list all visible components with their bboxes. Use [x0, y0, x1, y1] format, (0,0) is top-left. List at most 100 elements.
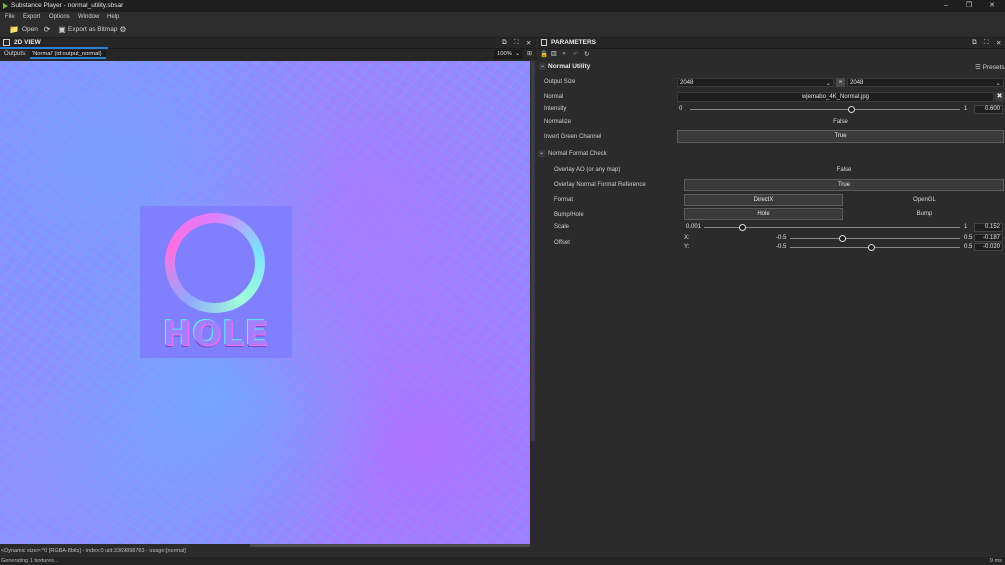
normalize-toggle[interactable]: False: [677, 117, 1004, 127]
menu-bar: File Export Options Window Help: [0, 12, 1005, 23]
format-opengl-button[interactable]: OpenGL: [845, 194, 1004, 206]
section-title: Normal Utility: [548, 63, 591, 70]
offset-x-max: 0.5: [964, 235, 973, 241]
folder-icon[interactable]: 📁: [9, 25, 19, 35]
scale-max: 1: [964, 224, 968, 230]
close-panel-icon[interactable]: ✕: [526, 39, 531, 47]
undo-icon[interactable]: ↶: [573, 50, 578, 58]
zoom-dropdown[interactable]: 100% ⌄: [494, 50, 522, 59]
parameters-toolbar: 🔒 ⚄ ● ↶ ↻: [537, 49, 1005, 60]
window-title: Substance Player - normal_utility.sbsar: [11, 2, 124, 9]
ring-center: [175, 223, 255, 303]
offset-label: Offset: [554, 240, 570, 246]
offset-x-slider-handle[interactable]: [839, 235, 847, 242]
offset-x-value[interactable]: -0.187: [974, 234, 1003, 242]
open-button[interactable]: Open: [22, 26, 38, 33]
texture-info: <Dynamic size>:^0 [RGBA-8bits] - index:0…: [1, 548, 186, 554]
chevron-down-icon: ⌄: [995, 80, 1001, 87]
link-icon[interactable]: ∞: [836, 78, 845, 87]
invert-green-label: Invert Green Channel: [544, 134, 602, 140]
output-size-width: 2048: [680, 80, 694, 86]
hole-label: HOLE: [162, 314, 270, 354]
restore-icon[interactable]: ❐: [958, 0, 980, 12]
offset-y-label: Y:: [684, 244, 690, 250]
camera-icon[interactable]: ▣: [57, 25, 67, 35]
bump-button[interactable]: Bump: [845, 208, 1004, 220]
subsection-title: Normal Format Check: [548, 151, 607, 157]
hole-button[interactable]: Hole: [684, 208, 843, 220]
scale-min: 0.001: [686, 224, 702, 230]
render-time: 9 ms: [990, 558, 1002, 564]
overlay-ao-label: Overlay AO (or any map): [554, 167, 621, 173]
overlay-reference-toggle[interactable]: True: [684, 179, 1004, 191]
format-label: Format: [554, 197, 574, 203]
normal-label: Normal: [544, 94, 564, 100]
chevron-down-icon[interactable]: ⌄: [539, 63, 546, 70]
offset-x-min: -0.5: [776, 235, 787, 241]
format-reference-overlay: HOLE: [140, 206, 292, 358]
export-bitmap-button[interactable]: Export as Bitmap: [68, 26, 118, 33]
horizontal-scrollbar[interactable]: [250, 544, 530, 547]
offset-y-value[interactable]: -0.020: [974, 243, 1003, 251]
ring-graphic: [165, 213, 265, 313]
outputs-dropdown[interactable]: 'Normal' (id:output_normal): [30, 50, 106, 59]
invert-green-toggle[interactable]: True: [677, 130, 1004, 143]
bump-hole-label: Bump/Hole: [554, 212, 584, 218]
intensity-slider-handle[interactable]: [848, 106, 855, 113]
offset-y-slider-handle[interactable]: [867, 244, 875, 251]
normal-map-canvas[interactable]: HOLE: [0, 61, 530, 544]
menu-help[interactable]: Help: [107, 14, 119, 20]
float-parameters-icon[interactable]: ⧉: [972, 39, 977, 47]
outputs-label: Outputs:: [4, 51, 27, 57]
maximize-parameters-icon[interactable]: ⛶: [984, 39, 989, 47]
output-size-height: 2048: [850, 80, 864, 86]
output-size-width-dropdown[interactable]: 2048 ⌄: [677, 78, 834, 87]
close-parameters-icon[interactable]: ✕: [996, 39, 1001, 47]
format-directx-button[interactable]: DirectX: [684, 194, 843, 206]
scale-label: Scale: [554, 224, 570, 230]
intensity-min: 0: [679, 106, 683, 112]
menu-window[interactable]: Window: [78, 14, 99, 20]
float-panel-icon[interactable]: ⧉: [502, 39, 507, 47]
scale-slider-handle[interactable]: [738, 224, 746, 231]
presets-icon: ☰: [975, 64, 981, 71]
view-panel-header: 2D VIEW ⧉ ⛶ ✕: [0, 38, 536, 49]
random-seed-icon[interactable]: ⚄: [551, 50, 557, 58]
settings-gear-icon[interactable]: ⚙: [118, 25, 128, 35]
presets-button[interactable]: ☰ Presets: [975, 63, 1005, 71]
offset-y-max: 0.5: [964, 244, 973, 250]
normal-image-field[interactable]: wjemabo_4K_Normal.jpg: [677, 92, 994, 102]
menu-export[interactable]: Export: [23, 14, 40, 20]
intensity-label: Intensity: [544, 106, 567, 112]
chevron-down-icon[interactable]: ⌄: [538, 150, 545, 157]
minimize-icon[interactable]: –: [935, 0, 957, 12]
toolbar: 📁 Open ⟳ ▣ Export as Bitmap ⚙: [0, 23, 1005, 38]
output-size-height-dropdown[interactable]: 2048 ⌄: [847, 78, 1004, 87]
refresh-icon[interactable]: ⟳: [42, 25, 52, 35]
overlay-ao-toggle[interactable]: False: [684, 165, 1004, 175]
offset-x-slider-track[interactable]: [790, 238, 960, 239]
menu-file[interactable]: File: [5, 14, 15, 20]
title-bar: Substance Player - normal_utility.sbsar …: [0, 0, 1005, 12]
overlay-reference-label: Overlay Normal Format Reference: [554, 182, 646, 188]
fit-view-icon[interactable]: ⊞: [527, 50, 532, 57]
lock-icon[interactable]: 🔒: [540, 50, 548, 58]
close-icon[interactable]: ✕: [981, 0, 1003, 12]
maximize-panel-icon[interactable]: ⛶: [514, 39, 519, 47]
parameters-panel-title: PARAMETERS: [551, 39, 597, 46]
view-panel-title: 2D VIEW: [14, 39, 41, 46]
intensity-slider-track[interactable]: [690, 109, 960, 110]
document-icon: [541, 39, 547, 46]
status-bar: Generating 1 textures... 9 ms: [0, 557, 1005, 565]
clear-image-icon[interactable]: ✖: [995, 92, 1004, 102]
vertical-scrollbar[interactable]: [531, 61, 535, 441]
offset-y-slider-track[interactable]: [790, 247, 960, 248]
scale-value[interactable]: 0.152: [974, 223, 1003, 232]
app-icon: [3, 3, 8, 9]
output-size-label: Output Size: [544, 79, 576, 85]
chevron-down-icon: ⌄: [515, 51, 520, 57]
section-header[interactable]: ⌄ Normal Utility ☰ Presets: [537, 61, 1005, 72]
intensity-value[interactable]: 0.600: [974, 105, 1003, 114]
reset-icon[interactable]: ↻: [584, 50, 589, 58]
menu-options[interactable]: Options: [49, 14, 70, 20]
